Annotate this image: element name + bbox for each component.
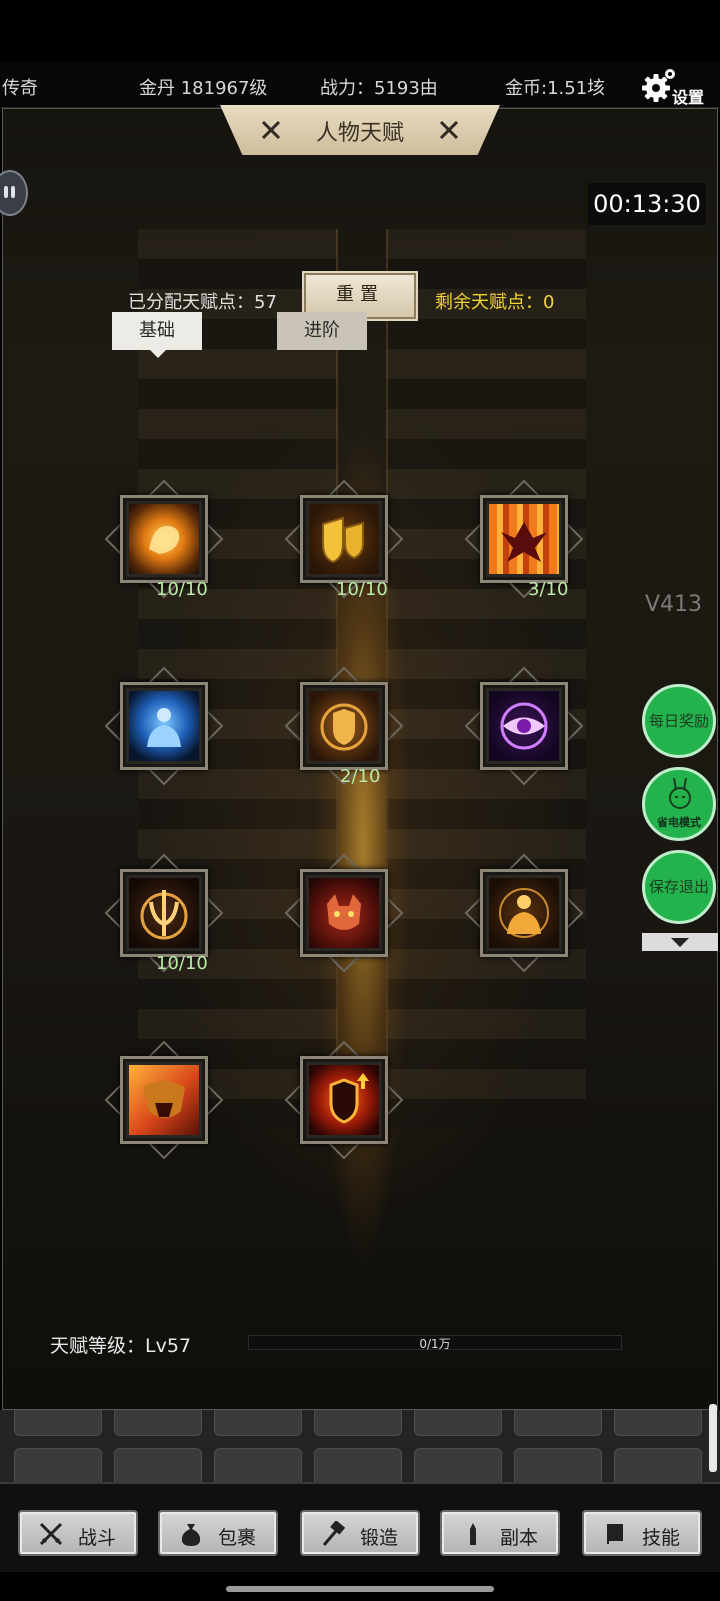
- home-indicator[interactable]: [226, 1586, 494, 1592]
- tab-advanced[interactable]: 进阶: [277, 312, 367, 350]
- power-text: 战力：5193由: [320, 78, 438, 99]
- talent-level: 2/10: [340, 766, 381, 787]
- inventory-slot[interactable]: [514, 1410, 602, 1436]
- gold-dan-text: 金丹 181967级: [139, 78, 268, 99]
- inventory-slot[interactable]: [14, 1448, 102, 1482]
- talent-level: 3/10: [528, 579, 569, 600]
- glowing-shield-icon: [309, 691, 379, 761]
- golden-body-icon: [489, 878, 559, 948]
- talent-level: 10/10: [156, 579, 208, 600]
- power-save-button[interactable]: 省电模式: [642, 767, 716, 841]
- inventory-slot[interactable]: [614, 1448, 702, 1482]
- talent-slot[interactable]: 10/10: [104, 853, 224, 974]
- daily-reward-label: 每日奖励: [648, 712, 709, 730]
- crossed-swords-icon: [439, 120, 459, 140]
- nav-skill-button[interactable]: 技能: [582, 1510, 702, 1556]
- nav-bag-button[interactable]: 包裹: [158, 1510, 278, 1556]
- talent-slot[interactable]: 3/10: [464, 479, 584, 600]
- settings-button[interactable]: 设置: [636, 66, 716, 107]
- nav-skill-label: 技能: [642, 1527, 681, 1549]
- page-title-tab: 人物天赋: [220, 105, 500, 155]
- bottom-navigation: 战斗 包裹 锻造 副本 技能: [0, 1482, 720, 1572]
- talent-slot[interactable]: [104, 1040, 224, 1160]
- purple-eye-icon: [489, 691, 559, 761]
- talent-exp-progress: 0/1万: [248, 1335, 622, 1351]
- inventory-strip: [0, 1410, 720, 1482]
- inventory-slot[interactable]: [214, 1410, 302, 1436]
- nav-battle-button[interactable]: 战斗: [18, 1510, 138, 1556]
- inventory-slot[interactable]: [314, 1448, 402, 1482]
- talent-slot[interactable]: [464, 853, 584, 973]
- talent-level-label: 天赋等级：Lv57: [50, 1335, 192, 1357]
- save-exit-button[interactable]: 保存退出: [642, 850, 716, 924]
- inventory-slot[interactable]: [414, 1448, 502, 1482]
- trident-sigil-icon: [129, 878, 199, 948]
- settings-label: 设置: [672, 88, 705, 107]
- inventory-slot[interactable]: [614, 1410, 702, 1436]
- nav-forge-button[interactable]: 锻造: [300, 1510, 420, 1556]
- talent-slot[interactable]: 2/10: [284, 666, 404, 787]
- talent-slot[interactable]: 10/10: [104, 479, 224, 600]
- save-exit-label: 保存退出: [648, 878, 709, 896]
- coins-text: 金币:1.51垓: [505, 78, 606, 99]
- nav-forge-label: 锻造: [360, 1527, 399, 1549]
- power-save-label: 省电模式: [657, 816, 701, 829]
- nav-dungeon-button[interactable]: 副本: [440, 1510, 560, 1556]
- inventory-slot[interactable]: [514, 1448, 602, 1482]
- tower-icon: [470, 1523, 476, 1545]
- inventory-slot[interactable]: [14, 1410, 102, 1436]
- gear-icon: [642, 69, 675, 102]
- version-label: V413: [644, 592, 702, 617]
- remaining-points-label: 剩余天赋点：0: [435, 292, 555, 313]
- sleepy-rabbit-icon: [669, 777, 691, 809]
- shield-upgrade-icon: [309, 1065, 379, 1135]
- inventory-slot[interactable]: [114, 1448, 202, 1482]
- flaming-fist-icon: [129, 504, 199, 574]
- talent-slot[interactable]: [284, 1040, 404, 1160]
- nav-battle-label: 战斗: [78, 1527, 117, 1549]
- roaring-lion-icon: [129, 1065, 199, 1135]
- rank-text: 传奇: [2, 78, 38, 99]
- inventory-slot[interactable]: [414, 1410, 502, 1436]
- collapse-arrow-button[interactable]: [642, 933, 718, 951]
- talent-slot[interactable]: [464, 666, 584, 786]
- demon-mask-icon: [309, 878, 379, 948]
- talent-slot[interactable]: [104, 666, 224, 786]
- daily-reward-button[interactable]: 每日奖励: [642, 684, 716, 758]
- money-bag-icon: [181, 1524, 201, 1546]
- inventory-slot[interactable]: [114, 1410, 202, 1436]
- golden-shields-icon: [309, 504, 379, 574]
- blue-meditation-icon: [129, 691, 199, 761]
- talent-slot[interactable]: 10/10: [284, 479, 404, 600]
- skill-book-icon: [607, 1524, 623, 1544]
- phoenix-banner-icon: [489, 504, 559, 574]
- nav-dungeon-label: 副本: [500, 1527, 539, 1549]
- tab-basic[interactable]: 基础: [112, 312, 202, 358]
- inventory-scrollbar[interactable]: [709, 1404, 717, 1472]
- nav-bag-label: 包裹: [218, 1527, 257, 1549]
- talent-level: 10/10: [156, 953, 208, 974]
- crossed-swords-icon: [39, 1522, 63, 1546]
- hammer-icon: [322, 1521, 346, 1546]
- inventory-slot[interactable]: [214, 1448, 302, 1482]
- status-bar: [0, 0, 720, 62]
- talent-slot[interactable]: [284, 853, 404, 973]
- session-timer: 00:13:30: [588, 183, 706, 225]
- allocated-points-label: 已分配天赋点：57: [128, 292, 277, 313]
- top-stats-bar: 传奇 金丹 181967级 战力：5193由 金币:1.51垓 设置: [0, 62, 720, 108]
- progress-text: 0/1万: [419, 1337, 451, 1351]
- talent-level: 10/10: [336, 579, 388, 600]
- inventory-slot[interactable]: [314, 1410, 402, 1436]
